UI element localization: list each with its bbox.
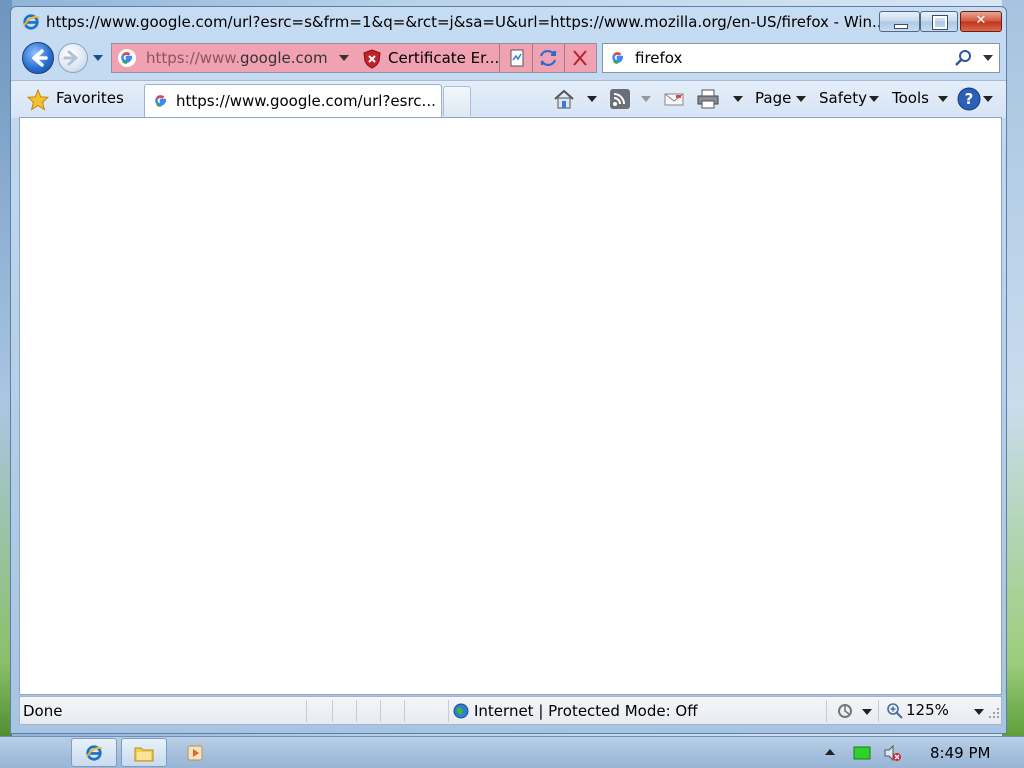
minimize-icon [894,24,908,29]
status-divider [332,700,333,722]
restore-icon [932,15,948,30]
taskbar-ie-button[interactable] [71,738,117,767]
read-mail-icon [664,93,684,106]
help-dropdown-icon [983,96,993,102]
media-player-icon[interactable] [186,744,204,762]
close-button[interactable]: ✕ [960,11,1002,32]
forward-button[interactable] [58,43,88,73]
tab-label: https://www.google.com/url?esrc... [176,92,436,110]
minimize-button[interactable] [879,11,920,32]
volume-muted-icon[interactable] [883,744,901,762]
status-divider [356,700,357,722]
search-magnifier-icon[interactable] [953,48,973,68]
safety-menu[interactable]: Safety [819,83,885,113]
show-hidden-icons-icon[interactable] [825,749,835,755]
new-tab-button[interactable] [443,86,471,116]
google-search-provider-icon [609,49,627,67]
back-button[interactable] [22,42,54,74]
rss-feed-icon [610,89,630,109]
favorites-label: Favorites [56,89,124,107]
address-bar[interactable]: https://www.google.com Certificate Er... [111,43,597,73]
folder-icon [134,747,154,762]
compatibility-view-icon[interactable] [506,48,528,68]
help-menu[interactable]: ? [957,83,997,113]
address-divider [532,44,533,72]
stop-icon[interactable] [569,48,591,68]
tools-menu[interactable]: Tools [892,83,952,113]
forward-arrow-icon [63,50,78,66]
status-divider [306,700,307,722]
address-divider [499,44,500,72]
ie-icon [23,14,40,30]
status-divider [404,700,405,722]
safety-dropdown-icon [869,96,879,102]
zoom-dropdown-icon[interactable] [974,709,984,715]
certificate-error-label[interactable]: Certificate Er... [388,49,498,67]
url-prefix: https://www. [146,49,240,67]
navigation-row: https://www.google.com Certificate Er... [11,40,1006,78]
page-menu[interactable]: Page [755,83,811,113]
recent-pages-dropdown-icon[interactable] [92,52,104,64]
ie-icon [86,745,103,761]
favorites-and-tabs-row: Favorites https://www.google.com/url?esr… [11,80,1006,118]
zoom-level[interactable]: 125% [906,701,949,719]
resize-grip-icon[interactable] [988,707,1000,719]
page-dropdown-icon [796,96,806,102]
print-dropdown-icon[interactable] [733,96,743,102]
favorites-star-icon [27,89,49,111]
favorites-button[interactable]: Favorites [18,83,140,113]
address-dropdown-icon[interactable] [339,55,349,61]
network-status-icon[interactable] [853,744,871,762]
certificate-error-shield-icon[interactable] [362,49,382,69]
taskbar: 8:49 PM [0,736,1024,768]
popup-settings-dropdown-icon[interactable] [862,709,872,715]
svg-text:?: ? [965,90,974,108]
google-favicon-icon [118,49,136,67]
taskbar-explorer-button[interactable] [121,738,167,767]
popup-settings-icon[interactable] [836,702,854,720]
print-button[interactable] [697,83,747,113]
status-divider [448,700,449,722]
tools-dropdown-icon [938,96,948,102]
security-zone-text[interactable]: Internet | Protected Mode: Off [474,702,698,720]
url-domain: google.com [239,49,328,67]
close-icon: ✕ [975,13,987,28]
back-arrow-icon [32,49,48,67]
status-text: Done [23,702,63,720]
search-bar[interactable]: firefox [602,43,1000,73]
restore-button[interactable] [920,11,958,32]
page-content[interactable] [19,117,1002,695]
printer-icon [697,89,719,109]
status-bar: Done Internet | Protected Mode: Off 125% [19,696,1002,725]
tab-active[interactable]: https://www.google.com/url?esrc... [144,84,442,118]
feeds-button[interactable] [609,83,659,113]
taskbar-clock[interactable]: 8:49 PM [930,744,990,762]
google-favicon-icon [152,92,170,110]
address-divider [564,44,565,72]
page-menu-label: Page [755,89,792,107]
internet-zone-globe-icon [453,703,469,719]
feeds-dropdown-icon[interactable] [641,96,651,102]
status-divider [380,700,381,722]
status-divider [826,700,827,722]
status-divider [878,700,879,722]
refresh-icon[interactable] [537,48,559,68]
title-bar[interactable]: https://www.google.com/url?esrc=s&frm=1&… [11,7,1006,37]
window-title: https://www.google.com/url?esrc=s&frm=1&… [46,13,881,31]
tools-menu-label: Tools [892,89,929,107]
home-icon [554,89,574,109]
browser-window: https://www.google.com/url?esrc=s&frm=1&… [10,6,1007,734]
home-button[interactable] [551,83,603,113]
home-dropdown-icon[interactable] [587,96,597,102]
search-options-dropdown-icon[interactable] [983,55,993,61]
address-url[interactable]: https://www.google.com [146,49,331,67]
search-input[interactable]: firefox [635,49,682,67]
safety-menu-label: Safety [819,89,867,107]
read-mail-button[interactable] [663,83,689,113]
zoom-magnifier-icon [887,703,903,719]
help-icon: ? [957,87,981,111]
